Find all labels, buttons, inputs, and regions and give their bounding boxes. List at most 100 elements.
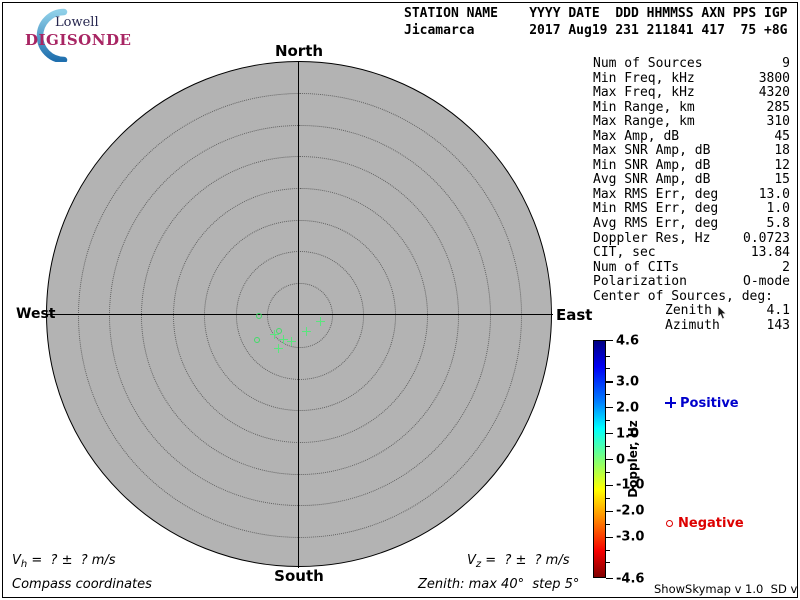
colorbar-minor-tick: [606, 355, 610, 357]
stat-row: Min Freq, kHz 3800: [593, 70, 790, 87]
source-point-pos: [273, 343, 283, 353]
skymap-ring: [77, 93, 523, 538]
stat-row: Avg RMS Err, deg 5.8: [593, 216, 790, 232]
colorbar-minor-tick: [606, 523, 610, 525]
stat-value: 13.0: [758, 186, 790, 202]
stat-label: Max SNR Amp, dB: [593, 143, 711, 159]
stat-label: Max Amp, dB: [593, 128, 680, 144]
vh-value: = ? ± ? m/s: [27, 553, 116, 568]
mouse-cursor-icon: [717, 306, 727, 320]
source-point-pos: [315, 316, 325, 326]
stat-row: Max Range, km 310: [593, 115, 790, 130]
legend-negative-label: Negative: [678, 516, 744, 531]
stat-row: CIT, sec 13.84: [593, 246, 790, 261]
colorbar-minor-tick: [606, 549, 610, 551]
vh-readout: Vh = ? ± ? m/s: [12, 553, 116, 570]
stat-value: 1.0: [766, 201, 790, 217]
vz-symbol: V: [467, 553, 476, 568]
colorbar-tick-label: 3.0: [616, 374, 640, 390]
plus-symbol-icon: [665, 397, 676, 408]
stat-row: Center of Sources, deg:: [593, 288, 790, 305]
colorbar-tick: [606, 578, 613, 580]
stat-row: Azimuth 143: [593, 318, 790, 334]
stat-label: Min RMS Err, deg: [593, 201, 719, 217]
stat-row: Max SNR Amp, dB 18: [593, 144, 790, 159]
vz-value: = ? ± ? m/s: [481, 553, 570, 568]
stat-value: 18: [774, 143, 790, 159]
version-label: ShowSkymap v 1.0 SD v 4.2: [654, 582, 798, 596]
stat-label: Polarization: [593, 274, 687, 290]
colorbar-axis-label: Doppler, Hz: [626, 420, 640, 498]
stat-row: Min RMS Err, deg 1.0: [593, 202, 790, 217]
colorbar-tick-label: -4.6: [616, 571, 645, 586]
stat-row: Zenith 4.1: [593, 304, 790, 319]
stat-row: Doppler Res, Hz 0.0723: [593, 230, 790, 247]
colorbar-minor-tick: [606, 446, 610, 448]
stat-label: Min SNR Amp, dB: [593, 157, 711, 173]
stat-value: O-mode: [743, 274, 790, 290]
compass-label-north: North: [274, 42, 324, 60]
stat-row: Min SNR Amp, dB 12: [593, 157, 790, 174]
stat-value: 4320: [758, 85, 790, 101]
colorbar-minor-tick: [606, 562, 610, 564]
colorbar-minor-tick: [606, 420, 610, 422]
colorbar-tick: [606, 433, 613, 435]
header-values: Jicamarca 2017 Aug19 231 211841 417 75 +…: [404, 23, 788, 38]
colorbar-minor-tick: [606, 497, 610, 499]
stat-label: Doppler Res, Hz: [593, 230, 711, 246]
stat-value: 310: [766, 114, 790, 130]
skymap-vertical-axis: [298, 61, 300, 568]
legend-positive-label: Positive: [680, 396, 739, 411]
source-point-pos: [269, 329, 279, 339]
logo-lowell-text: Lowell: [55, 15, 99, 30]
stat-label: Min Freq, kHz: [593, 70, 695, 86]
colorbar-tick: [606, 484, 613, 487]
compass-label-east: East: [556, 306, 593, 324]
compass-label-west: West: [16, 306, 56, 322]
colorbar-tick: [606, 407, 613, 409]
stat-label: Avg RMS Err, deg: [593, 216, 719, 232]
stat-row: Max Amp, dB 45: [593, 128, 790, 145]
stat-row: Max Freq, kHz 4320: [593, 86, 790, 101]
stat-label: Num of CITs: [593, 259, 680, 275]
colorbar-tick: [606, 340, 613, 342]
colorbar-tick-label: -2.0: [616, 503, 645, 519]
header-column-titles: STATION NAME YYYY DATE DDD HHMMSS AXN PP…: [404, 6, 788, 21]
stat-label: Max RMS Err, deg: [593, 186, 719, 202]
vh-symbol: V: [12, 553, 21, 568]
source-point-neg: [254, 337, 260, 343]
stat-value: 0.0723: [743, 230, 790, 246]
skymap-window: Lowell DIGISONDE STATION NAME YYYY DATE …: [0, 0, 800, 600]
stat-value: 3800: [758, 70, 790, 86]
stat-label: CIT, sec: [593, 245, 656, 261]
doppler-colorbar: [593, 340, 606, 578]
vz-readout: Vz = ? ± ? m/s: [467, 553, 569, 570]
stat-label: Min Range, km: [593, 99, 695, 115]
stat-value: 4.1: [766, 303, 790, 319]
stat-value: 45: [774, 128, 790, 144]
stat-value: 12: [774, 157, 790, 173]
stat-label: Num of Sources: [593, 56, 703, 71]
compass-label-south: South: [274, 567, 324, 585]
colorbar-tick-label: 2.0: [616, 400, 640, 416]
stat-row: Num of Sources 9: [593, 56, 790, 72]
skymap-horizontal-axis: [46, 314, 553, 316]
source-point-pos: [301, 326, 311, 336]
colorbar-tick: [606, 510, 613, 512]
stat-value: 9: [782, 56, 790, 71]
stat-label: Center of Sources, deg:: [593, 288, 774, 304]
stat-row: Min Range, km 285: [593, 99, 790, 116]
colorbar-tick: [606, 459, 613, 461]
stat-value: 15: [774, 172, 790, 188]
logo-digisonde-text: DIGISONDE: [25, 31, 132, 49]
stat-row: Polarization O-mode: [593, 275, 790, 290]
stat-value: 2: [782, 259, 790, 275]
stat-label: Max Range, km: [593, 114, 695, 130]
compass-coordinates-note: Compass coordinates: [12, 577, 152, 592]
stat-value: 13.84: [750, 245, 790, 261]
colorbar-tick: [606, 536, 613, 538]
stat-value: 5.8: [766, 216, 790, 232]
stats-panel: Num of Sources 9 Min Freq, kHz 3800 Max Freq…: [593, 56, 790, 334]
stat-label: Zenith: [665, 303, 712, 319]
stat-label: Avg SNR Amp, dB: [593, 172, 711, 188]
